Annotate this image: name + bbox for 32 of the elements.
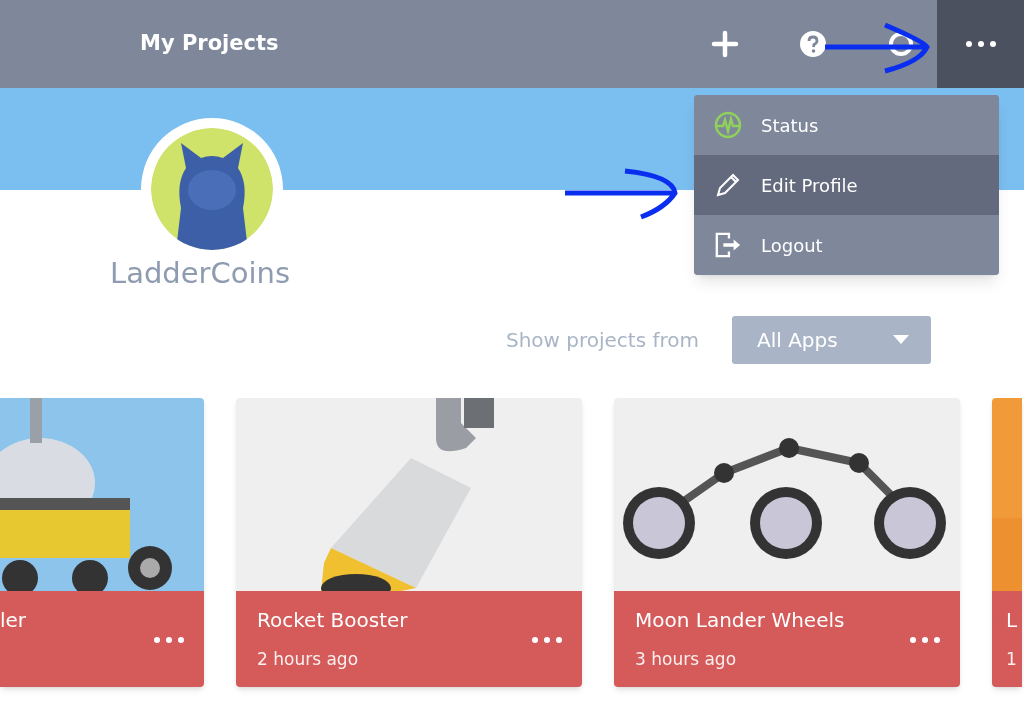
filter-label: Show projects from [505,326,699,354]
project-title: L [1006,606,1019,634]
more-icon [965,41,996,47]
card-more-button[interactable] [152,634,186,645]
project-time: 2 hours ago [257,647,360,671]
project-card[interactable]: L 1 [992,397,1022,687]
logout-icon [714,230,742,260]
plus-icon [711,30,739,58]
project-time: 1 [1006,647,1018,671]
more-icon [154,636,184,643]
username: LadderCoins [110,256,291,290]
menu-item[interactable]: Logout [694,215,999,275]
project-time: 3 hours ago [635,647,738,671]
menu-item[interactable]: Status [694,95,999,155]
menu-item[interactable]: Edit Profile [694,155,999,215]
app-dropdown[interactable]: All Apps [732,315,931,364]
more-icon [532,636,562,643]
project-title: Rocket Booster [257,606,409,634]
refresh-icon [887,30,915,58]
pencil-icon [714,171,742,199]
pulse-icon [714,111,742,139]
project-card[interactable]: Moon Lander Wheels 3 hours ago [614,397,960,687]
project-card[interactable]: Rocket Booster 2 hours ago [236,397,582,687]
card-more-button[interactable] [908,634,942,645]
card-more-button[interactable] [530,634,564,645]
project-title: Moon Lander Wheels [635,606,846,634]
project-title: ler [0,606,28,634]
project-card[interactable]: ler [0,397,204,687]
caret-icon [893,334,909,345]
page-title: My Projects [140,30,279,58]
help-icon [799,30,827,58]
more-icon [910,636,940,643]
